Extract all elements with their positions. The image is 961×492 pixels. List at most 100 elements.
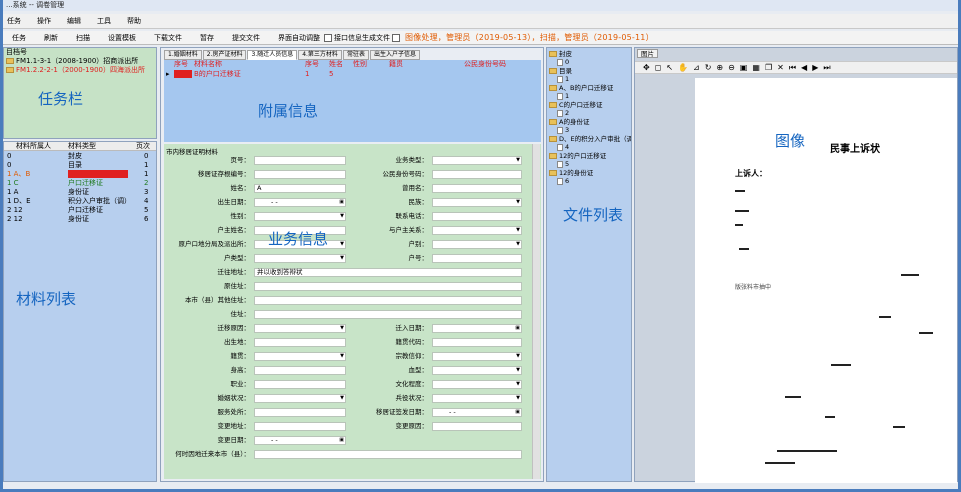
file-folder[interactable]: C的户口迁移证 [549, 101, 603, 109]
change-date-picker[interactable]: - - ▣ [254, 436, 346, 445]
prev-page-icon[interactable]: ◀ [801, 63, 808, 72]
table-row[interactable]: 1 C 户口迁移证 2 [4, 179, 156, 188]
refresh-button[interactable]: 刷新 [35, 31, 67, 45]
menu-operate[interactable]: 操作 [37, 16, 51, 26]
stub-no-input[interactable] [254, 170, 346, 179]
phone-input[interactable] [432, 212, 522, 221]
last-page-icon[interactable]: ⏭ [823, 63, 831, 73]
birthplace-input[interactable] [254, 338, 346, 347]
other-address-input[interactable] [254, 296, 522, 305]
file-folder[interactable]: 12的户口迁移证 [549, 152, 606, 160]
task-button[interactable]: 任务 [3, 31, 35, 45]
scan-button[interactable]: 扫描 [67, 31, 99, 45]
menu-help[interactable]: 帮助 [127, 16, 141, 26]
table-row[interactable]: 0 封皮 0 [4, 152, 156, 161]
blood-type-select[interactable]: ▼ [432, 366, 522, 375]
hand-icon[interactable]: ✋ [678, 63, 689, 72]
ethnicity-select[interactable]: ▼ [432, 198, 522, 207]
menu-edit[interactable]: 编辑 [67, 16, 81, 26]
file-item[interactable]: 4 [557, 143, 569, 151]
native-place-select[interactable]: ▼ [254, 352, 346, 361]
crop-icon[interactable]: ⊿ [693, 63, 701, 72]
religion-select[interactable]: ▼ [432, 352, 522, 361]
menu-tools[interactable]: 工具 [97, 16, 111, 26]
file-item[interactable]: 2 [557, 109, 569, 117]
tab-third-party[interactable]: 4.第三方材料 [298, 50, 342, 60]
address-input[interactable] [254, 310, 522, 319]
education-select[interactable]: ▼ [432, 380, 522, 389]
file-item[interactable]: 1 [557, 92, 569, 100]
notice-checkbox[interactable] [392, 33, 400, 42]
gender-select[interactable]: ▼ [254, 212, 346, 221]
birth-date-picker[interactable]: - - ▣ [254, 198, 346, 207]
tab-image[interactable]: 图片 [637, 49, 658, 58]
next-page-icon[interactable]: ▶ [812, 63, 819, 72]
military-select[interactable]: ▼ [432, 394, 522, 403]
name-input[interactable]: A [254, 184, 346, 193]
first-page-icon[interactable]: ⏮ [789, 63, 797, 73]
file-item[interactable]: 0 [557, 58, 569, 66]
rotate-icon[interactable]: ↻ [705, 63, 713, 72]
marital-status-select[interactable]: ▼ [254, 394, 346, 403]
tab-resident[interactable]: 常驻表 [342, 50, 369, 60]
business-type-select[interactable]: ▼ [432, 156, 522, 165]
zoom-out-icon[interactable]: ⊖ [728, 63, 736, 72]
task-row[interactable]: FM1.1-3-1（2008-1900）招商派出所 [6, 57, 138, 66]
table-row[interactable]: 0 目录 1 [4, 161, 156, 170]
arrival-time-input[interactable] [254, 450, 522, 459]
height-input[interactable] [254, 366, 346, 375]
household-type-select[interactable]: ▼ [254, 254, 346, 263]
household-no-input[interactable] [432, 254, 522, 263]
template-button[interactable]: 设置模板 [99, 31, 145, 45]
file-item[interactable]: 3 [557, 126, 569, 134]
copy-icon[interactable]: ❐ [765, 63, 773, 72]
id-number-input[interactable] [432, 170, 522, 179]
tab-property[interactable]: 2.房产证材料 [202, 50, 247, 60]
menu-task[interactable]: 任务 [7, 16, 21, 26]
household-kind-select[interactable]: ▼ [432, 240, 522, 249]
stash-button[interactable]: 暂存 [191, 31, 223, 45]
auto-adjust-button[interactable]: 界面自动调整 [269, 31, 322, 45]
move-reason-select[interactable]: ▼ [254, 324, 346, 333]
download-button[interactable]: 下载文件 [145, 31, 191, 45]
change-reason-input[interactable] [432, 422, 522, 431]
table-row[interactable]: 2 12 身份证 6 [4, 215, 156, 224]
file-item[interactable]: 6 [557, 177, 569, 185]
submit-button[interactable]: 提交文件 [223, 31, 269, 45]
native-code-input[interactable] [432, 338, 522, 347]
grid-row[interactable]: ▸ B的户口迁移证 1 5 [164, 70, 541, 79]
zoom-in-icon[interactable]: ⊕ [716, 63, 724, 72]
file-folder[interactable]: 12的身份证 [549, 169, 593, 177]
calendar-icon[interactable]: ▣ [339, 200, 344, 205]
file-folder[interactable]: A、B的户口迁移证 [549, 84, 613, 92]
interface-checkbox[interactable] [324, 33, 332, 42]
former-name-input[interactable] [432, 184, 522, 193]
file-folder[interactable]: 目录 [549, 67, 572, 75]
calendar-icon[interactable]: ▣ [515, 326, 520, 331]
grid-icon[interactable]: ▦ [752, 63, 761, 72]
issue-date-picker[interactable]: - - ▣ [432, 408, 522, 417]
relation-select[interactable]: ▼ [432, 226, 522, 235]
page-no-input[interactable] [254, 156, 346, 165]
selected-cell[interactable] [68, 170, 128, 178]
file-item[interactable]: 5 [557, 160, 569, 168]
table-row[interactable]: 1 D、E 积分入户审批（调） 4 [4, 197, 156, 206]
file-folder[interactable]: D、E的积分入户审批（调） [549, 135, 631, 143]
calendar-icon[interactable]: ▣ [339, 438, 344, 443]
file-folder[interactable]: 封皮 [549, 50, 572, 58]
form-scrollbar[interactable] [532, 144, 540, 479]
file-folder[interactable]: A的身份证 [549, 118, 589, 126]
change-address-input[interactable] [254, 422, 346, 431]
pointer-icon[interactable]: ↖ [666, 63, 674, 72]
delete-icon[interactable]: ✕ [777, 63, 785, 72]
move-in-date-picker[interactable]: ▣ [432, 324, 522, 333]
select-icon[interactable]: ◻ [655, 63, 663, 72]
calendar-icon[interactable]: ▣ [515, 410, 520, 415]
orig-address-input[interactable] [254, 282, 522, 291]
occupation-input[interactable] [254, 380, 346, 389]
workplace-input[interactable] [254, 408, 346, 417]
table-row[interactable]: 1 A 身份证 3 [4, 188, 156, 197]
task-row[interactable]: FM1.2.2-2-1（2000-1900）四海派出所 [6, 66, 145, 75]
tab-relocatees[interactable]: 3.随迁人员信息 [247, 50, 298, 60]
fit-icon[interactable]: ▣ [740, 63, 749, 72]
